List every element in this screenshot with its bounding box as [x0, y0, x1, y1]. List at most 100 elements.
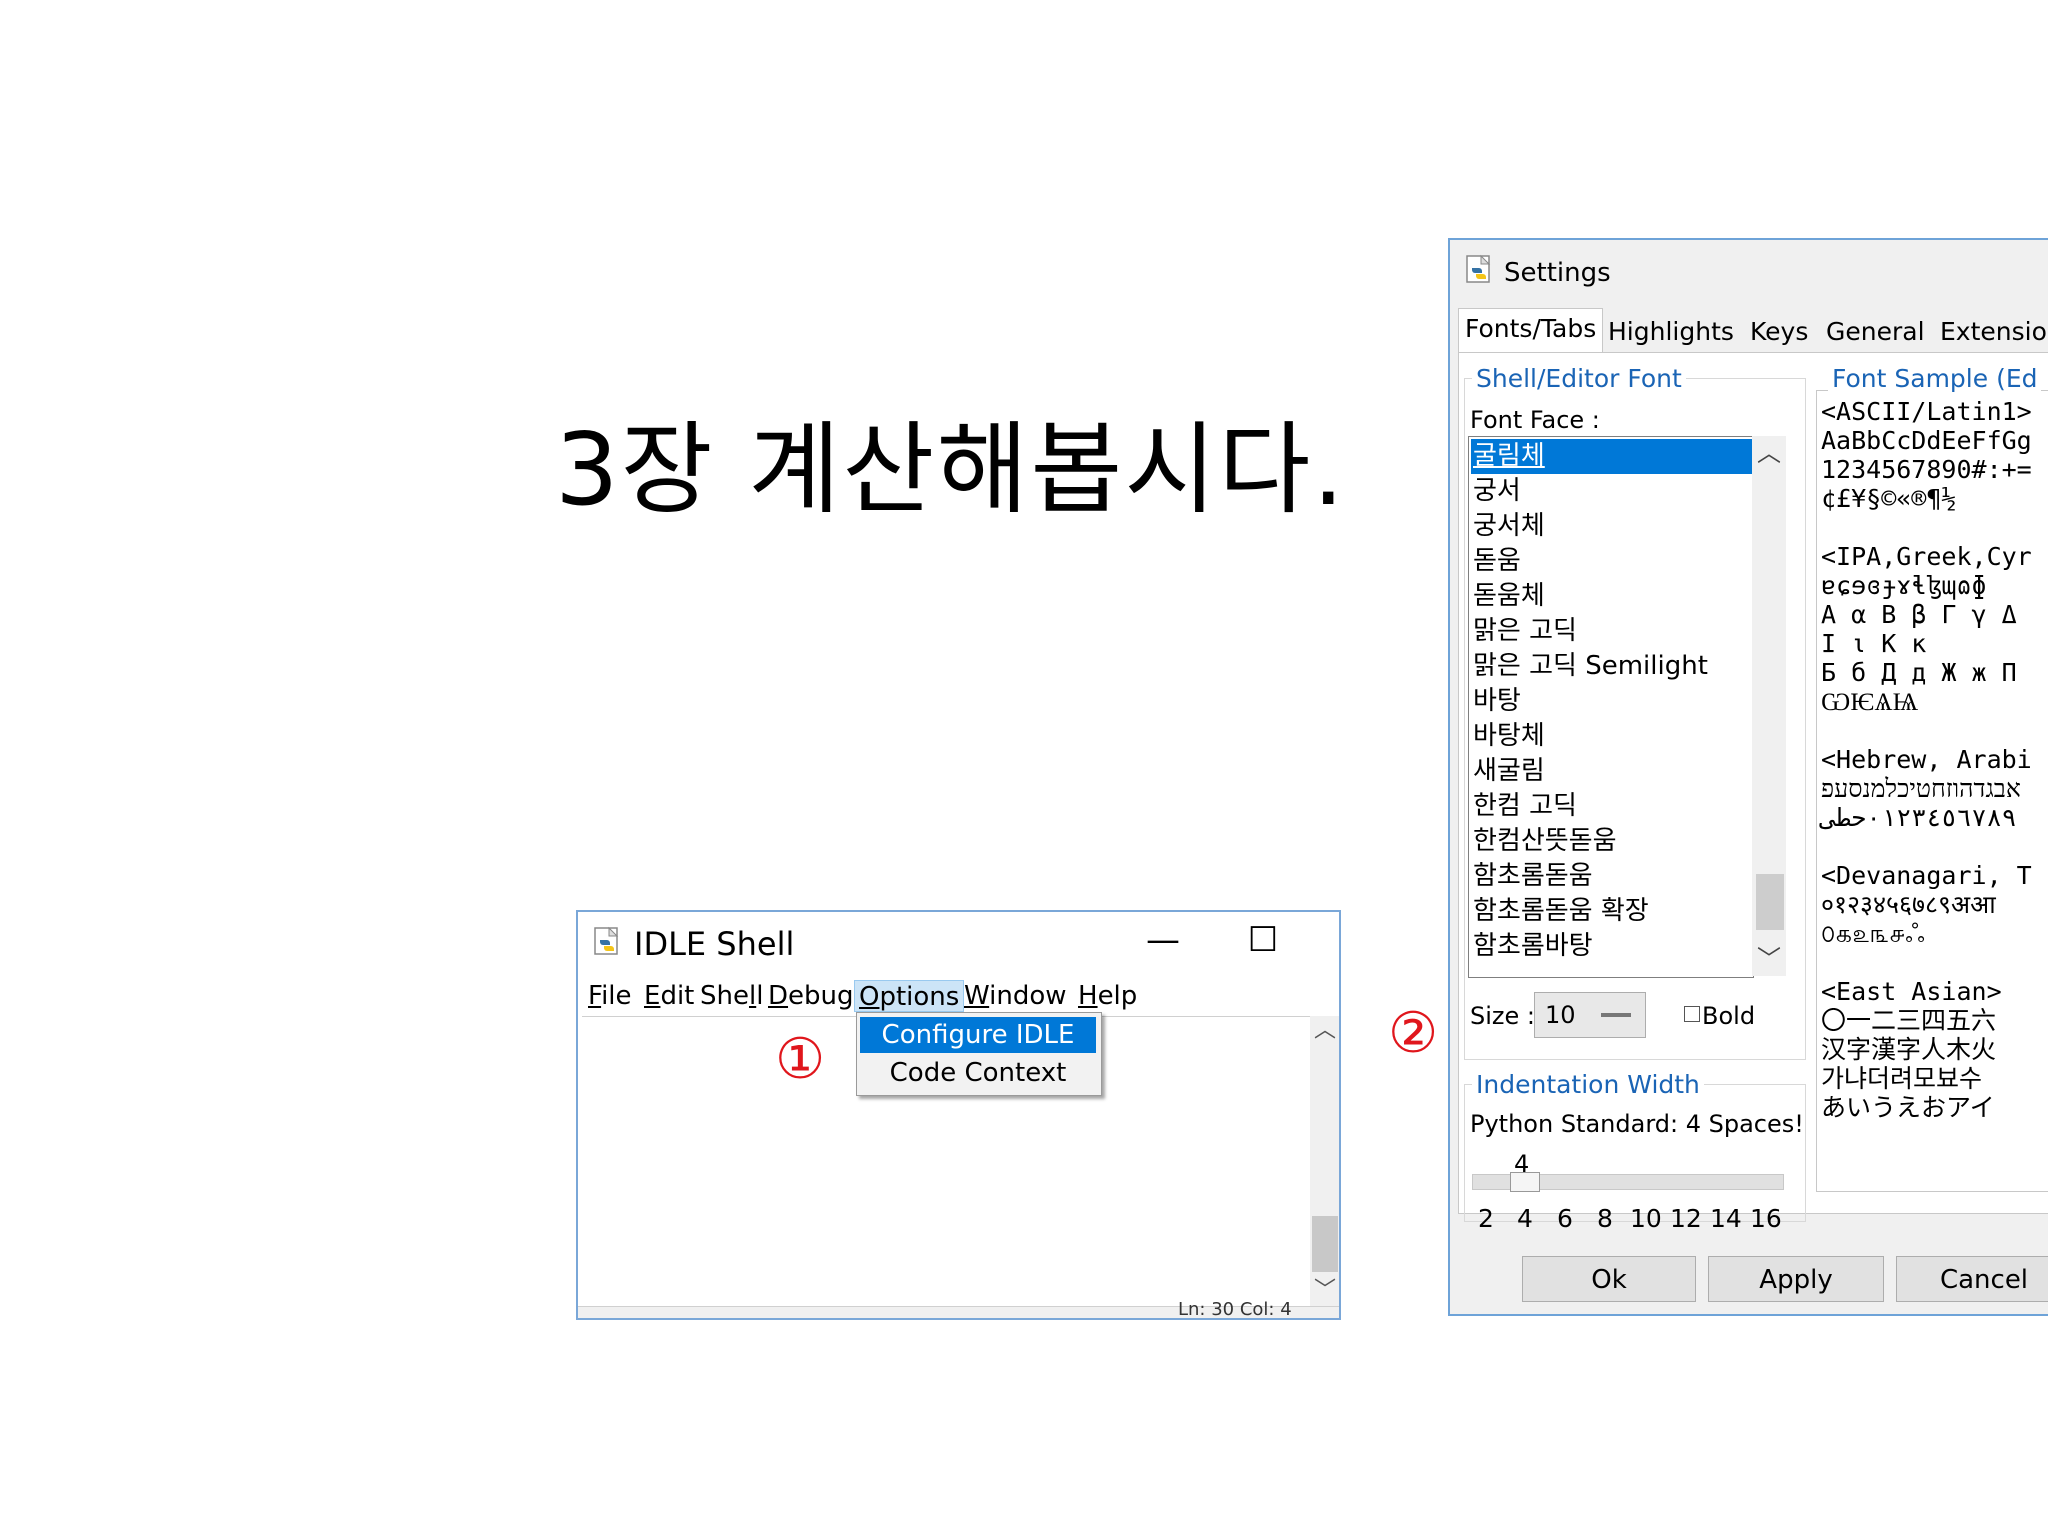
menu-help-label: elp: [1097, 981, 1138, 1011]
font-list-item[interactable]: 함초롬돋움: [1471, 859, 1753, 894]
chevron-up-icon[interactable]: ︿: [1752, 436, 1786, 470]
python-settings-icon: [1466, 254, 1491, 283]
indent-tick: 10: [1630, 1204, 1662, 1233]
settings-window: Settings Fonts/Tabs Highlights Keys Gene…: [1448, 238, 2048, 1316]
font-sample-line: אבגדהוזחטיכלמנסעפ: [1821, 774, 2021, 803]
font-sample-line: Б б Д д Ж ж П: [1821, 658, 2017, 687]
scroll-down-icon[interactable]: ﹀: [1310, 1276, 1339, 1306]
indent-tick: 4: [1517, 1204, 1533, 1233]
font-sample-line: 1234567890#:+=: [1821, 455, 2032, 484]
dropdown-arrow-icon: [1601, 1013, 1631, 1017]
font-sample-line: 〇一二三四五六: [1821, 1006, 1997, 1035]
close-button[interactable]: ✕: [1328, 918, 1339, 962]
shell-scrollbar[interactable]: ︿ ﹀: [1310, 1016, 1339, 1306]
idle-shell-window: IDLE Shell — ☐ ✕ File Edit Shell Debug O…: [576, 910, 1341, 1320]
menu-options-mnemonic: O: [859, 982, 880, 1012]
tab-fonts-tabs[interactable]: Fonts/Tabs: [1458, 308, 1604, 355]
indent-tick: 6: [1557, 1204, 1573, 1233]
font-face-label: Font Face :: [1470, 406, 1600, 434]
font-list-item[interactable]: 한컴 고딕: [1471, 789, 1753, 824]
status-bar: Ln: 30 Col: 4: [578, 1299, 1339, 1318]
maximize-button[interactable]: ☐: [1233, 918, 1293, 962]
bold-label: Bold: [1702, 1002, 1756, 1030]
indent-tick: 12: [1670, 1204, 1702, 1233]
python-app-icon: [594, 926, 619, 955]
font-list-item[interactable]: 궁서체: [1471, 509, 1753, 544]
font-list-scrollbar[interactable]: ︿ ﹀: [1752, 436, 1786, 976]
font-sample-line: <Devanagari, T: [1821, 861, 2032, 890]
font-sample-line: AaBbCcDdEeFfGg: [1821, 426, 2032, 455]
menu-options[interactable]: Options: [854, 980, 965, 1012]
font-sample-box: <ASCII/Latin1> AaBbCcDdEeFfGg 1234567890…: [1816, 390, 2048, 1192]
tab-extensions[interactable]: Extensior: [1934, 312, 2048, 352]
step-1-marker: ①: [775, 1027, 826, 1092]
idle-menubar: File Edit Shell Debug Options Window Hel…: [578, 974, 1339, 1014]
indent-slider-thumb[interactable]: [1510, 1172, 1540, 1192]
font-sample-line: あいうえおアイ: [1821, 1093, 1995, 1122]
menu-help[interactable]: Help: [1074, 980, 1141, 1012]
font-list-item[interactable]: 돋움체: [1471, 579, 1753, 614]
menu-shell[interactable]: Shell: [696, 980, 767, 1012]
minimize-button[interactable]: —: [1133, 918, 1193, 962]
font-list-item[interactable]: 궁서: [1471, 474, 1753, 509]
font-size-value: 10: [1545, 1001, 1576, 1029]
font-sample-line: ०१२३४५६७८९अआ: [1821, 890, 1996, 919]
tab-general[interactable]: General: [1820, 312, 1931, 352]
font-sample-line: <ASCII/Latin1>: [1821, 397, 2032, 426]
menu-edit-label: dit: [660, 981, 695, 1011]
scroll-thumb[interactable]: [1312, 1216, 1338, 1272]
font-sample-line: ௦௧௨௩௪ஃ: [1821, 919, 1925, 948]
menu-window-mnemonic: W: [964, 981, 990, 1011]
font-list-item[interactable]: 새굴림: [1471, 754, 1753, 789]
indent-tick: 2: [1478, 1204, 1494, 1233]
menu-edit-mnemonic: E: [644, 981, 661, 1011]
idle-titlebar[interactable]: IDLE Shell — ☐ ✕: [578, 912, 1339, 972]
font-sample-line: ¢£¥§©«®¶½: [1821, 484, 1957, 513]
menu-debug-mnemonic: D: [768, 981, 789, 1011]
tab-highlights[interactable]: Highlights: [1602, 312, 1740, 352]
menu-item-configure-idle[interactable]: Configure IDLE: [860, 1017, 1096, 1053]
font-list-item[interactable]: 돋움: [1471, 544, 1753, 579]
menu-file-label: ile: [601, 981, 632, 1011]
ok-button[interactable]: Ok: [1522, 1256, 1696, 1302]
font-sample-line: <Hebrew, Arabi: [1821, 745, 2032, 774]
cancel-button[interactable]: Cancel: [1896, 1256, 2048, 1302]
shell-editor-font-label: Shell/Editor Font: [1472, 364, 1686, 393]
font-sample-line: Α α Β β Γ γ Δ: [1821, 600, 2017, 629]
font-list-item[interactable]: 한컴산뜻돋움: [1471, 824, 1753, 859]
font-list-item[interactable]: 맑은 고딕: [1471, 614, 1753, 649]
font-list-item[interactable]: 맑은 고딕 Semilight: [1471, 649, 1753, 684]
options-dropdown: Configure IDLE Code Context: [856, 1012, 1102, 1096]
menu-item-code-context[interactable]: Code Context: [860, 1055, 1096, 1091]
font-face-list[interactable]: 굴림체 궁서 궁서체 돋움 돋움체 맑은 고딕 맑은 고딕 Semilight …: [1468, 436, 1754, 978]
status-text: Ln: 30 Col: 4: [1178, 1299, 1292, 1320]
font-sample-line: <IPA,Greek,Cyr: [1821, 542, 2032, 571]
indent-tick: 8: [1597, 1204, 1613, 1233]
menu-edit[interactable]: Edit: [640, 980, 698, 1012]
idle-window-title: IDLE Shell: [634, 925, 795, 963]
font-sample-line: 가냐더려모뵤수: [1821, 1064, 1983, 1093]
bold-checkbox[interactable]: [1684, 1006, 1700, 1022]
font-size-select[interactable]: 10: [1534, 992, 1646, 1038]
tab-keys[interactable]: Keys: [1744, 312, 1814, 352]
font-list-scroll-thumb[interactable]: [1756, 874, 1784, 930]
chevron-down-icon[interactable]: ﹀: [1752, 942, 1786, 976]
apply-button[interactable]: Apply: [1708, 1256, 1884, 1302]
font-list-item[interactable]: 바탕체: [1471, 719, 1753, 754]
scroll-up-icon[interactable]: ︿: [1310, 1016, 1339, 1046]
font-list-item[interactable]: 함초롬돋움 확장: [1471, 894, 1753, 929]
menu-debug[interactable]: Debug: [764, 980, 858, 1012]
python-standard-label: Python Standard: 4 Spaces!: [1470, 1110, 1804, 1138]
font-list-item[interactable]: 함초롬바탕: [1471, 929, 1753, 964]
menu-shell-label-pre: She: [700, 981, 749, 1011]
step-2-marker: ②: [1388, 1001, 1439, 1066]
menu-file[interactable]: File: [584, 980, 636, 1012]
menu-window[interactable]: Window: [960, 980, 1071, 1012]
slide-title: 3장 계산해봅시다.: [555, 411, 1347, 528]
font-sample-line: ѠѤѦѨ: [1821, 687, 1919, 716]
font-sample-line: Ι ι Κ κ: [1821, 629, 1927, 658]
menu-options-label: ptions: [879, 982, 960, 1012]
font-list-item[interactable]: 굴림체: [1471, 439, 1753, 474]
font-list-item[interactable]: 바탕: [1471, 684, 1753, 719]
font-sample-line: ٠١٢٣٤٥٦٧٨٩حطى: [1821, 803, 2017, 832]
